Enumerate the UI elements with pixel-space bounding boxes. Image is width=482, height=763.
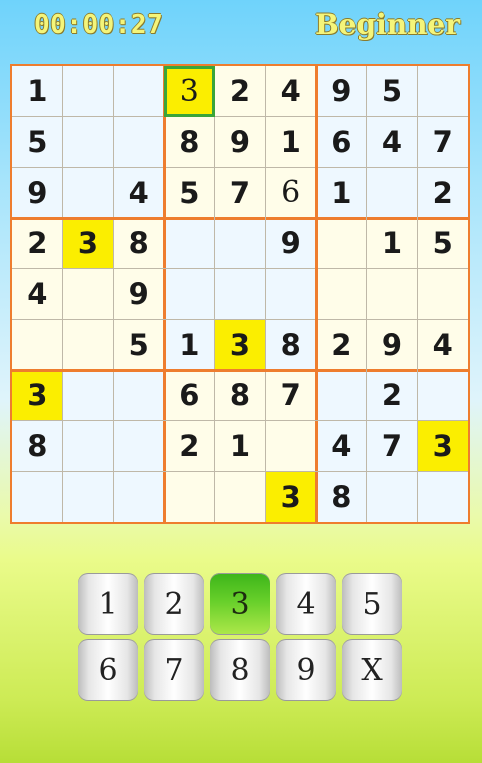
sudoku-cell[interactable]: 7 (366, 420, 418, 472)
sudoku-cell[interactable]: 3 (214, 319, 266, 370)
sudoku-cell[interactable]: 6 (265, 167, 316, 218)
sudoku-cell[interactable] (62, 66, 114, 117)
top-bar: 00:00:27 Beginner (0, 0, 482, 58)
sudoku-cell[interactable] (164, 268, 215, 320)
sudoku-cell[interactable]: 1 (366, 218, 418, 269)
sudoku-cell[interactable]: 3 (62, 218, 114, 269)
sudoku-cell[interactable]: 4 (113, 167, 164, 218)
sudoku-cell[interactable]: 5 (12, 116, 63, 168)
sudoku-cell[interactable]: 7 (417, 116, 468, 168)
sudoku-cell[interactable] (316, 218, 367, 269)
number-key-9[interactable]: 9 (276, 639, 336, 701)
sudoku-cell[interactable]: 3 (164, 66, 215, 117)
sudoku-cell[interactable] (417, 268, 468, 320)
sudoku-cell[interactable]: 4 (12, 268, 63, 320)
sudoku-cell[interactable]: 5 (164, 167, 215, 218)
sudoku-cell[interactable]: 1 (316, 167, 367, 218)
sudoku-cell[interactable]: 4 (265, 66, 316, 117)
sudoku-cell[interactable] (366, 268, 418, 320)
sudoku-cell[interactable] (62, 167, 114, 218)
sudoku-cell[interactable]: 3 (12, 370, 63, 421)
sudoku-cell[interactable] (113, 471, 164, 522)
sudoku-cell[interactable]: 8 (164, 116, 215, 168)
number-keypad: 12345 6789X (78, 573, 404, 701)
sudoku-cell[interactable]: 9 (12, 167, 63, 218)
sudoku-cell[interactable] (62, 471, 114, 522)
sudoku-cell[interactable]: 1 (12, 66, 63, 117)
sudoku-cell[interactable]: 8 (265, 319, 316, 370)
sudoku-cell[interactable] (366, 167, 418, 218)
sudoku-cell[interactable] (62, 319, 114, 370)
difficulty-label[interactable]: Beginner (315, 8, 460, 41)
sudoku-cell[interactable]: 4 (316, 420, 367, 472)
sudoku-cell[interactable] (164, 218, 215, 269)
sudoku-cell[interactable]: 9 (265, 218, 316, 269)
sudoku-cell[interactable] (214, 471, 266, 522)
sudoku-cell[interactable] (62, 116, 114, 168)
number-key-2[interactable]: 2 (144, 573, 204, 635)
sudoku-cell[interactable] (62, 268, 114, 320)
number-key-3[interactable]: 3 (210, 573, 270, 635)
sudoku-cell[interactable]: 1 (214, 420, 266, 472)
sudoku-cell[interactable]: 8 (12, 420, 63, 472)
number-key-1[interactable]: 1 (78, 573, 138, 635)
sudoku-cell[interactable]: 7 (214, 167, 266, 218)
sudoku-cell[interactable]: 4 (366, 116, 418, 168)
sudoku-cell[interactable]: 3 (265, 471, 316, 522)
sudoku-cell[interactable] (316, 268, 367, 320)
number-key-6[interactable]: 6 (78, 639, 138, 701)
sudoku-cell[interactable]: 2 (417, 167, 468, 218)
sudoku-board: 1324955891647945761223891549513829436872… (10, 64, 470, 524)
sudoku-cell[interactable] (265, 420, 316, 472)
sudoku-cell[interactable]: 8 (214, 370, 266, 421)
sudoku-cell[interactable] (214, 218, 266, 269)
sudoku-cell[interactable]: 5 (113, 319, 164, 370)
sudoku-cell[interactable] (113, 370, 164, 421)
sudoku-cell[interactable] (417, 370, 468, 421)
number-key-7[interactable]: 7 (144, 639, 204, 701)
sudoku-cell[interactable]: 3 (417, 420, 468, 472)
sudoku-cell[interactable] (62, 370, 114, 421)
timer: 00:00:27 (34, 10, 164, 40)
sudoku-cell[interactable]: 9 (366, 319, 418, 370)
sudoku-cell[interactable] (164, 471, 215, 522)
clear-key[interactable]: X (342, 639, 402, 701)
sudoku-cell[interactable]: 9 (316, 66, 367, 117)
sudoku-cell[interactable]: 2 (366, 370, 418, 421)
sudoku-cell[interactable] (12, 319, 63, 370)
sudoku-cell[interactable] (62, 420, 114, 472)
sudoku-cell[interactable] (366, 471, 418, 522)
sudoku-cell[interactable]: 6 (316, 116, 367, 168)
number-key-4[interactable]: 4 (276, 573, 336, 635)
sudoku-cell[interactable] (214, 268, 266, 320)
sudoku-cell[interactable]: 1 (265, 116, 316, 168)
sudoku-cell[interactable] (417, 471, 468, 522)
sudoku-cell[interactable]: 2 (164, 420, 215, 472)
sudoku-cell[interactable]: 1 (164, 319, 215, 370)
sudoku-cell[interactable]: 4 (417, 319, 468, 370)
sudoku-cell[interactable]: 5 (417, 218, 468, 269)
sudoku-cell[interactable]: 9 (113, 268, 164, 320)
sudoku-cell[interactable]: 9 (214, 116, 266, 168)
number-key-5[interactable]: 5 (342, 573, 402, 635)
sudoku-cell[interactable]: 5 (366, 66, 418, 117)
sudoku-cell[interactable] (417, 66, 468, 117)
sudoku-cell[interactable] (265, 268, 316, 320)
sudoku-cell[interactable] (113, 420, 164, 472)
sudoku-cell[interactable] (113, 116, 164, 168)
sudoku-cell[interactable]: 7 (265, 370, 316, 421)
sudoku-cell[interactable]: 8 (113, 218, 164, 269)
sudoku-cell[interactable]: 2 (214, 66, 266, 117)
sudoku-cell[interactable]: 2 (12, 218, 63, 269)
sudoku-cell[interactable]: 6 (164, 370, 215, 421)
sudoku-cell[interactable] (12, 471, 63, 522)
number-key-8[interactable]: 8 (210, 639, 270, 701)
sudoku-cell[interactable]: 2 (316, 319, 367, 370)
sudoku-cell[interactable] (316, 370, 367, 421)
sudoku-cell[interactable]: 8 (316, 471, 367, 522)
sudoku-cell[interactable] (113, 66, 164, 117)
